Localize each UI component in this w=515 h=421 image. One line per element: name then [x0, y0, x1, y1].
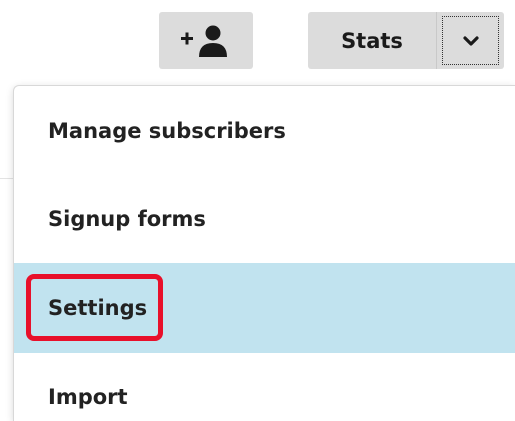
menu-item-import[interactable]: Import: [14, 352, 515, 421]
menu-item-manage-subscribers[interactable]: Manage subscribers: [14, 86, 515, 176]
stats-button[interactable]: Stats: [308, 12, 436, 69]
app-stage: Stats Manage subscribers Signup forms Se…: [0, 0, 515, 421]
menu-item-settings[interactable]: Settings: [14, 263, 515, 353]
chevron-down-icon: [462, 35, 479, 46]
stats-dropdown-toggle[interactable]: [436, 12, 504, 69]
add-subscriber-button[interactable]: [159, 12, 253, 69]
add-user-icon: [181, 25, 227, 57]
menu-item-signup-forms[interactable]: Signup forms: [14, 174, 515, 264]
stats-dropdown-menu: Manage subscribers Signup forms Settings…: [13, 85, 515, 421]
